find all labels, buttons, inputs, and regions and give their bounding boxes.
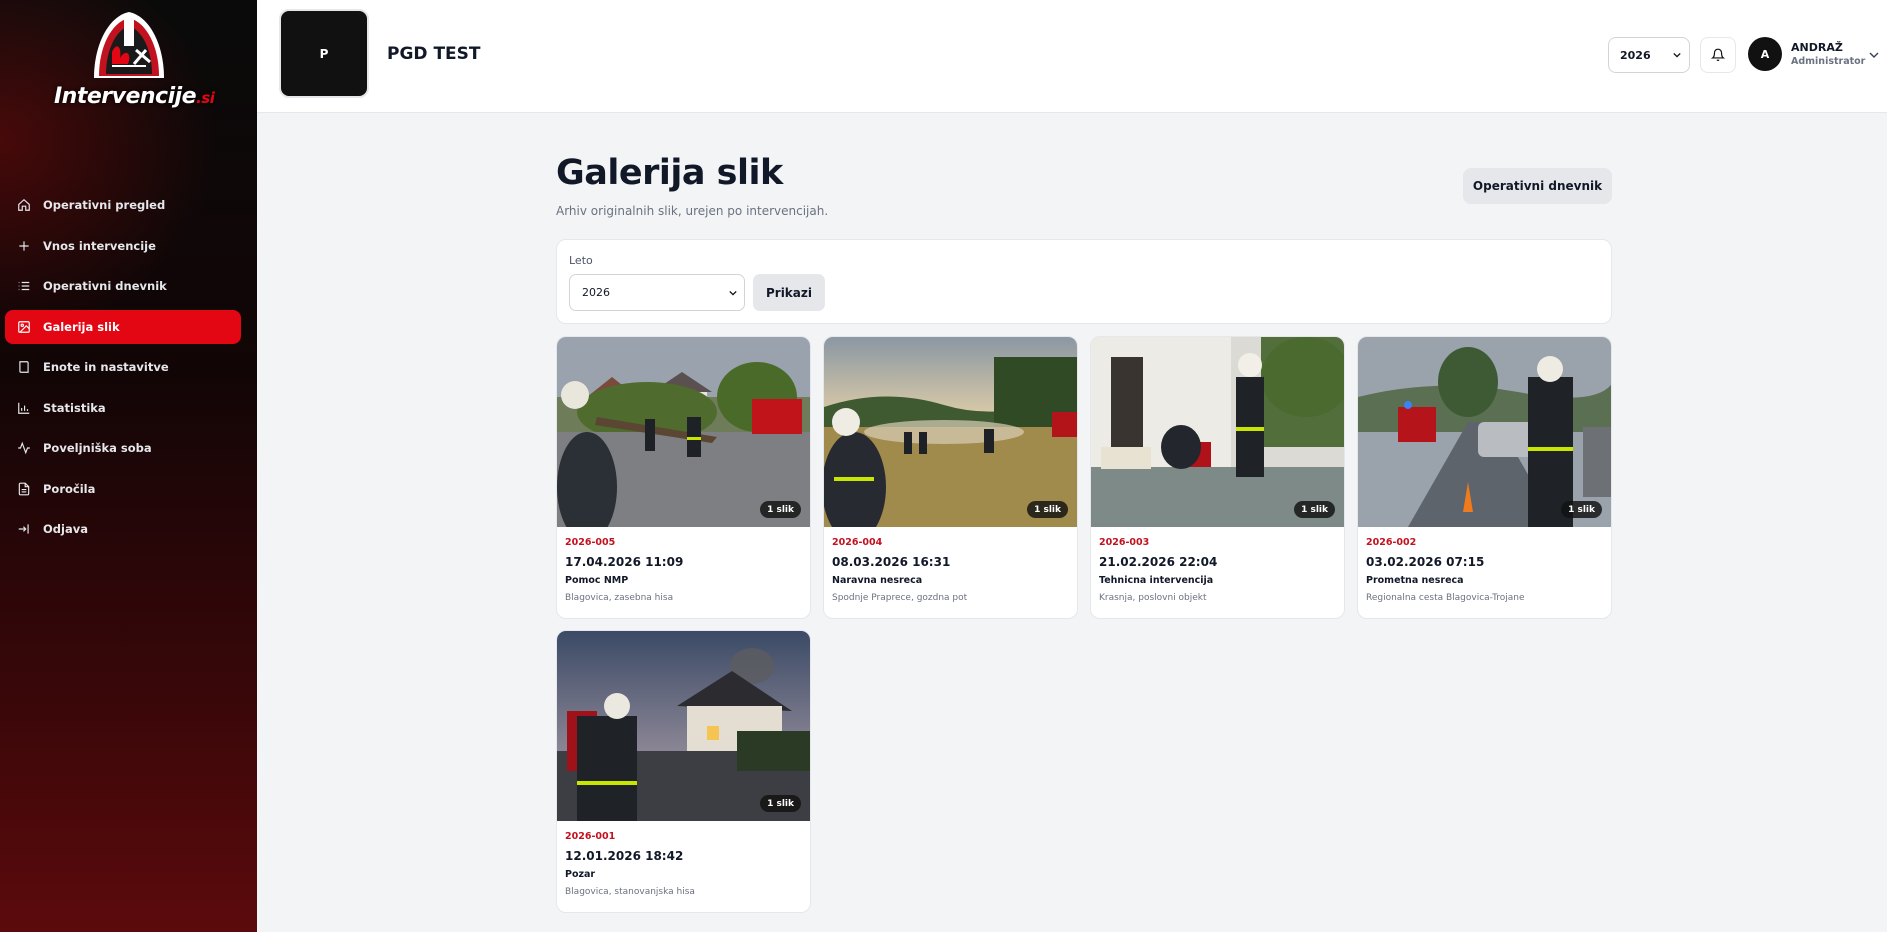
sidebar-item-label: Odjava (43, 522, 88, 536)
operativni-dnevnik-button[interactable]: Operativni dnevnik (1463, 168, 1612, 204)
bar-chart-icon (18, 402, 30, 414)
gallery-thumbnail[interactable] (557, 631, 810, 821)
filter-card: Leto 2026 Prikazi (556, 239, 1612, 324)
sidebar-item-vnos-intervencije[interactable]: Vnos intervencije (5, 229, 241, 263)
image-count-badge: 1 slik (1294, 501, 1335, 518)
intervention-location: Blagovica, zasebna hisa (565, 593, 674, 603)
sidebar-item-operativni-pregled[interactable]: Operativni pregled (5, 188, 241, 222)
brand-wordmark: Intervencije.si (54, 84, 215, 109)
sidebar-item-poveljniska-soba[interactable]: Poveljniška soba (5, 431, 241, 465)
sidebar-item-label: Enote in nastavitve (43, 360, 169, 374)
sidebar-item-galerija-slik[interactable]: Galerija slik (5, 309, 241, 344)
year-filter-select[interactable]: 2026 (569, 274, 745, 311)
org-logo[interactable]: P (279, 9, 369, 98)
user-name[interactable]: ANDRAŽ (1791, 41, 1843, 54)
sidebar-item-label: Poveljniška soba (43, 441, 152, 455)
gallery-thumbnail[interactable] (824, 337, 1077, 527)
user-avatar[interactable]: A (1748, 37, 1782, 71)
intervention-id: 2026-003 (1099, 537, 1150, 548)
intervention-location: Regionalna cesta Blagovica-Trojane (1366, 593, 1525, 603)
sidebar-item-label: Operativni dnevnik (43, 279, 167, 293)
logout-icon (18, 524, 29, 534)
chevron-down-icon (1673, 52, 1681, 58)
user-role: Administrator (1791, 56, 1866, 67)
gallery-thumbnail[interactable] (557, 337, 810, 527)
gallery-card[interactable]: 1 slik 2026-005 17.04.2026 11:09 Pomoc N… (556, 336, 811, 619)
gallery-thumbnail[interactable] (1358, 337, 1611, 527)
year-filter-label: Leto (569, 254, 593, 267)
year-select-value: 2026 (1620, 48, 1651, 62)
image-count-badge: 1 slik (1561, 501, 1602, 518)
gallery-card[interactable]: 1 slik 2026-004 08.03.2026 16:31 Naravna… (823, 336, 1078, 619)
sidebar-item-enote-in-nastavitve[interactable]: Enote in nastavitve (5, 350, 241, 384)
intervention-id: 2026-001 (565, 831, 616, 842)
sidebar: Intervencije.si Operativni pregled Vnos … (0, 0, 257, 932)
firefighter-helmet-icon (94, 12, 164, 78)
gallery-card[interactable]: 1 slik 2026-002 03.02.2026 07:15 Prometn… (1357, 336, 1612, 619)
sidebar-item-odjava[interactable]: Odjava (5, 512, 241, 546)
list-icon (18, 281, 30, 291)
notifications-button[interactable] (1700, 37, 1736, 73)
sidebar-item-label: Operativni pregled (43, 198, 166, 212)
page-subtitle: Arhiv originalnih slik, urejen po interv… (556, 204, 829, 218)
bell-icon (1711, 48, 1725, 61)
brand-logo[interactable]: Intervencije.si (54, 6, 215, 120)
home-icon (18, 198, 30, 211)
sidebar-item-label: Vnos intervencije (43, 238, 156, 253)
file-icon (18, 482, 30, 495)
top-header: P PGD TEST 2026 A ANDRAŽ Administrator (257, 0, 1887, 113)
intervention-date: 08.03.2026 16:31 (832, 555, 951, 569)
sidebar-nav: Operativni pregled Vnos intervencije Ope… (5, 188, 241, 553)
gallery-card[interactable]: 1 slik 2026-003 21.02.2026 22:04 Tehnicn… (1090, 336, 1345, 619)
sidebar-item-operativni-dnevnik[interactable]: Operativni dnevnik (5, 269, 241, 303)
sidebar-item-label: Galerija slik (43, 319, 120, 334)
intervention-id: 2026-005 (565, 537, 616, 548)
org-name: PGD TEST (387, 44, 481, 64)
image-count-badge: 1 slik (760, 501, 801, 518)
sidebar-item-statistika[interactable]: Statistika (5, 391, 241, 425)
intervention-location: Krasnja, poslovni objekt (1099, 593, 1207, 603)
show-button[interactable]: Prikazi (753, 274, 825, 311)
intervention-type: Naravna nesreca (832, 575, 923, 586)
image-icon (18, 320, 30, 333)
image-count-badge: 1 slik (760, 795, 801, 812)
intervention-date: 12.01.2026 18:42 (565, 849, 684, 863)
intervention-location: Blagovica, stanovanjska hisa (565, 887, 695, 897)
sidebar-item-porocila[interactable]: Poročila (5, 472, 241, 506)
book-icon (19, 361, 29, 373)
intervention-type: Prometna nesreca (1366, 575, 1464, 586)
gallery-card[interactable]: 1 slik 2026-001 12.01.2026 18:42 Pozar B… (556, 630, 811, 913)
intervention-id: 2026-002 (1366, 537, 1417, 548)
chevron-down-icon[interactable] (1869, 50, 1879, 60)
plus-icon (19, 240, 29, 251)
chevron-down-icon (729, 290, 737, 296)
intervention-date: 17.04.2026 11:09 (565, 555, 684, 569)
intervention-type: Tehnicna intervencija (1099, 575, 1214, 586)
image-count-badge: 1 slik (1027, 501, 1068, 518)
year-select[interactable]: 2026 (1608, 37, 1690, 73)
intervention-type: Pozar (565, 869, 596, 880)
activity-icon (18, 441, 30, 455)
intervention-date: 21.02.2026 22:04 (1099, 555, 1218, 569)
page-title: Galerija slik (556, 153, 783, 193)
intervention-location: Spodnje Praprece, gozdna pot (832, 593, 968, 603)
intervention-date: 03.02.2026 07:15 (1366, 555, 1485, 569)
year-filter-value: 2026 (582, 286, 610, 299)
intervention-id: 2026-004 (832, 537, 883, 548)
sidebar-item-label: Poročila (43, 481, 96, 496)
sidebar-item-label: Statistika (43, 400, 106, 415)
gallery-thumbnail[interactable] (1091, 337, 1344, 527)
intervention-type: Pomoc NMP (565, 575, 629, 586)
